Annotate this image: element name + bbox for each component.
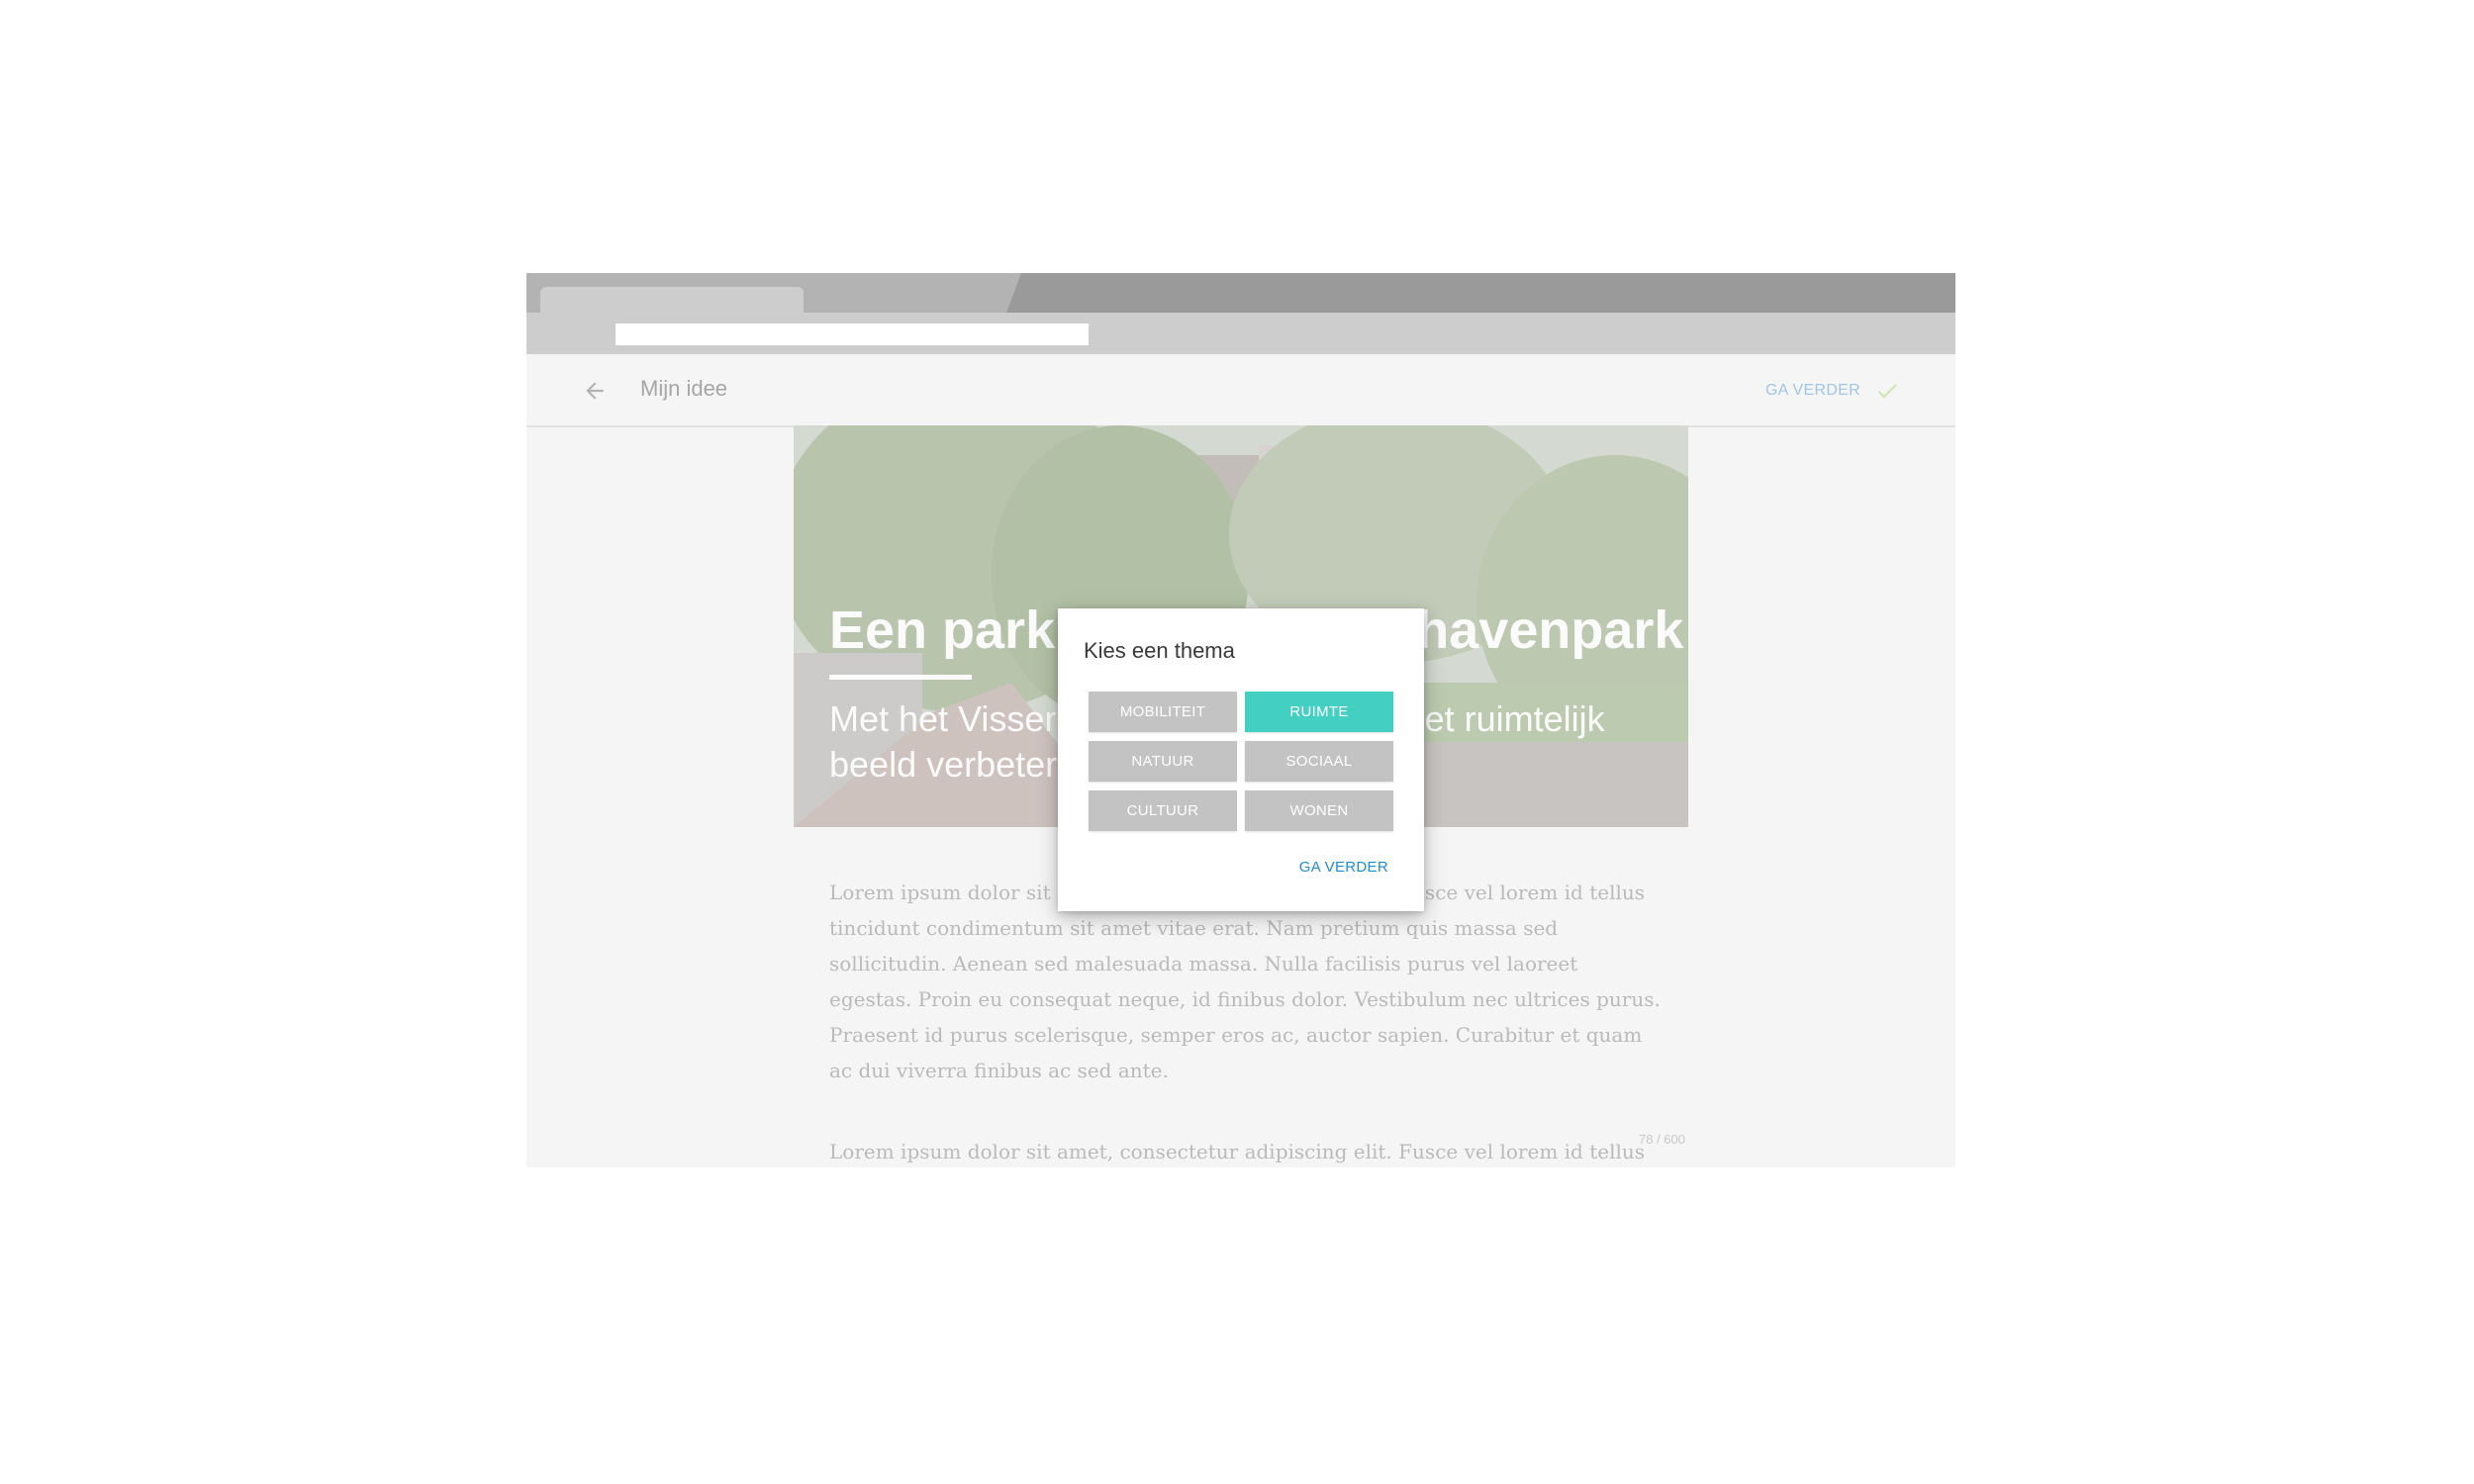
hero-divider	[829, 675, 972, 680]
continue-label: GA VERDER	[1764, 382, 1860, 399]
theme-button-natuur[interactable]: NATUUR	[1089, 741, 1237, 782]
tab-strip	[526, 273, 1955, 313]
theme-options: MOBILITEIT RUIMTE NATUUR SOCIAAL CULTUUR…	[1089, 692, 1393, 831]
url-bar[interactable]	[616, 324, 1089, 345]
theme-button-ruimte[interactable]: RUIMTE	[1245, 692, 1393, 732]
dialog-title: Kies een thema	[1084, 638, 1235, 663]
theme-button-sociaal[interactable]: SOCIAAL	[1245, 741, 1393, 782]
check-icon	[1874, 378, 1900, 404]
body-paragraph-2[interactable]: Lorem ipsum dolor sit amet, consectetur …	[829, 1134, 1661, 1167]
arrow-left-icon[interactable]	[582, 378, 608, 404]
browser-tab[interactable]	[540, 287, 804, 313]
page-title: Mijn idee	[640, 376, 728, 401]
address-bar-area	[526, 313, 1955, 354]
theme-button-wonen[interactable]: WONEN	[1245, 790, 1393, 831]
theme-dialog: Kies een thema MOBILITEIT RUIMTE NATUUR …	[1058, 608, 1424, 911]
continue-button-top[interactable]: GA VERDER	[1765, 378, 1900, 404]
app-bar: Mijn idee GA VERDER	[526, 354, 1955, 427]
theme-button-cultuur[interactable]: CULTUUR	[1089, 790, 1237, 831]
theme-button-mobiliteit[interactable]: MOBILITEIT	[1089, 692, 1237, 732]
dialog-continue-button[interactable]: GA VERDER	[1299, 859, 1388, 876]
